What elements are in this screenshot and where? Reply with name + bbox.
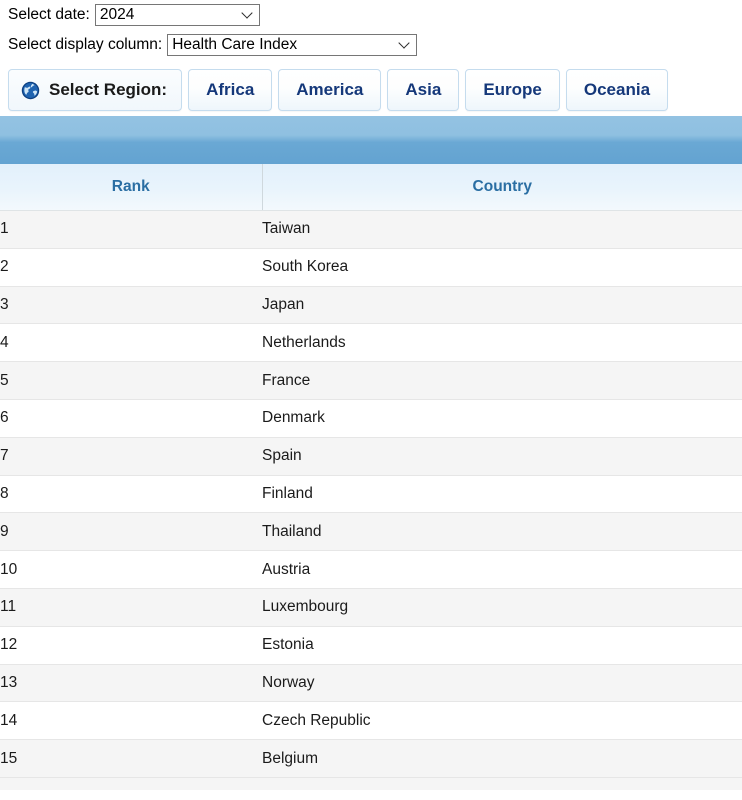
table-row[interactable]: 14 Czech Republic: [0, 701, 742, 741]
table-row-partial-cell: [0, 777, 742, 790]
region-button-label: Europe: [483, 80, 542, 99]
cell-country: South Korea: [262, 248, 742, 287]
cell-country: Spain: [262, 437, 742, 476]
globe-icon: [21, 81, 40, 99]
table-top-band: [0, 116, 742, 164]
region-button-asia[interactable]: Asia: [387, 69, 460, 111]
cell-rank: 9: [0, 512, 262, 552]
region-selector-bar: Select Region: Africa America Asia Europ…: [0, 63, 742, 116]
date-filter-label: Select date:: [8, 6, 90, 24]
cell-rank: 2: [0, 248, 262, 287]
cell-rank: 12: [0, 626, 262, 665]
cell-rank: 5: [0, 361, 262, 400]
region-button-africa[interactable]: Africa: [188, 69, 273, 111]
ranking-table: Rank Country 1 Taiwan 2 South Korea 3 Japan 4 N…: [0, 116, 742, 790]
region-button-label: Africa: [206, 80, 255, 99]
table-row[interactable]: 15 Belgium: [0, 739, 742, 778]
cell-rank: 13: [0, 664, 262, 703]
cell-country: Estonia: [262, 626, 742, 665]
table-row[interactable]: 3 Japan: [0, 286, 742, 325]
table-row[interactable]: 9 Thailand: [0, 512, 742, 552]
cell-country: Taiwan: [262, 210, 742, 249]
display-column-select-value: Health Care Index: [172, 36, 298, 53]
select-region-label-button: Select Region:: [8, 69, 183, 111]
region-button-europe[interactable]: Europe: [465, 69, 560, 111]
table-row[interactable]: 12 Estonia: [0, 626, 742, 665]
display-column-filter-row: Select display column: Health Care Index: [0, 30, 742, 60]
region-button-label: Oceania: [583, 80, 651, 99]
table-row[interactable]: 5 France: [0, 361, 742, 400]
cell-rank: 11: [0, 588, 262, 627]
table-row[interactable]: 11 Luxembourg: [0, 588, 742, 627]
cell-country: Finland: [262, 475, 742, 514]
cell-country: France: [262, 361, 742, 400]
display-column-select[interactable]: Health Care Index: [167, 34, 418, 56]
table-row[interactable]: 13 Norway: [0, 664, 742, 703]
cell-rank: 8: [0, 475, 262, 514]
cell-rank: 6: [0, 399, 262, 438]
cell-rank: 14: [0, 701, 262, 741]
table-header-row: Rank Country: [0, 164, 742, 211]
table-row[interactable]: 2 South Korea: [0, 248, 742, 287]
ranking-table-body: 1 Taiwan 2 South Korea 3 Japan 4 Netherlands 5 Fr…: [0, 210, 742, 790]
select-region-label: Select Region:: [49, 80, 168, 99]
region-button-label: Asia: [405, 80, 442, 99]
region-button-label: America: [296, 80, 364, 99]
column-header-country[interactable]: Country: [262, 164, 742, 211]
date-select[interactable]: 2024: [94, 4, 260, 26]
table-row[interactable]: 4 Netherlands: [0, 323, 742, 363]
cell-rank: 10: [0, 550, 262, 589]
cell-country: Czech Republic: [262, 701, 742, 741]
cell-country: Thailand: [262, 512, 742, 552]
cell-rank: 7: [0, 437, 262, 476]
table-row[interactable]: 8 Finland: [0, 475, 742, 514]
chevron-down-icon: [400, 39, 409, 48]
table-row[interactable]: 10 Austria: [0, 550, 742, 589]
region-button-oceania[interactable]: Oceania: [565, 69, 669, 111]
cell-country: Denmark: [262, 399, 742, 438]
cell-country: Belgium: [262, 739, 742, 778]
cell-country: Norway: [262, 664, 742, 703]
cell-country: Austria: [262, 550, 742, 589]
cell-country: Luxembourg: [262, 588, 742, 627]
region-button-america[interactable]: America: [278, 69, 382, 111]
date-select-value: 2024: [99, 6, 135, 23]
cell-rank: 4: [0, 323, 262, 363]
display-column-filter-label: Select display column:: [8, 36, 163, 54]
cell-country: Netherlands: [262, 323, 742, 363]
column-header-rank[interactable]: Rank: [0, 164, 263, 211]
table-row[interactable]: 6 Denmark: [0, 399, 742, 438]
table-row-partial: [0, 777, 742, 790]
cell-rank: 3: [0, 286, 262, 325]
cell-rank: 1: [0, 210, 262, 249]
date-filter-row: Select date: 2024: [0, 0, 742, 30]
table-row[interactable]: 7 Spain: [0, 437, 742, 476]
chevron-down-icon: [243, 9, 252, 18]
cell-country: Japan: [262, 286, 742, 325]
table-top-band-cell: [0, 116, 742, 164]
table-row[interactable]: 1 Taiwan: [0, 210, 742, 249]
cell-rank: 15: [0, 739, 262, 778]
